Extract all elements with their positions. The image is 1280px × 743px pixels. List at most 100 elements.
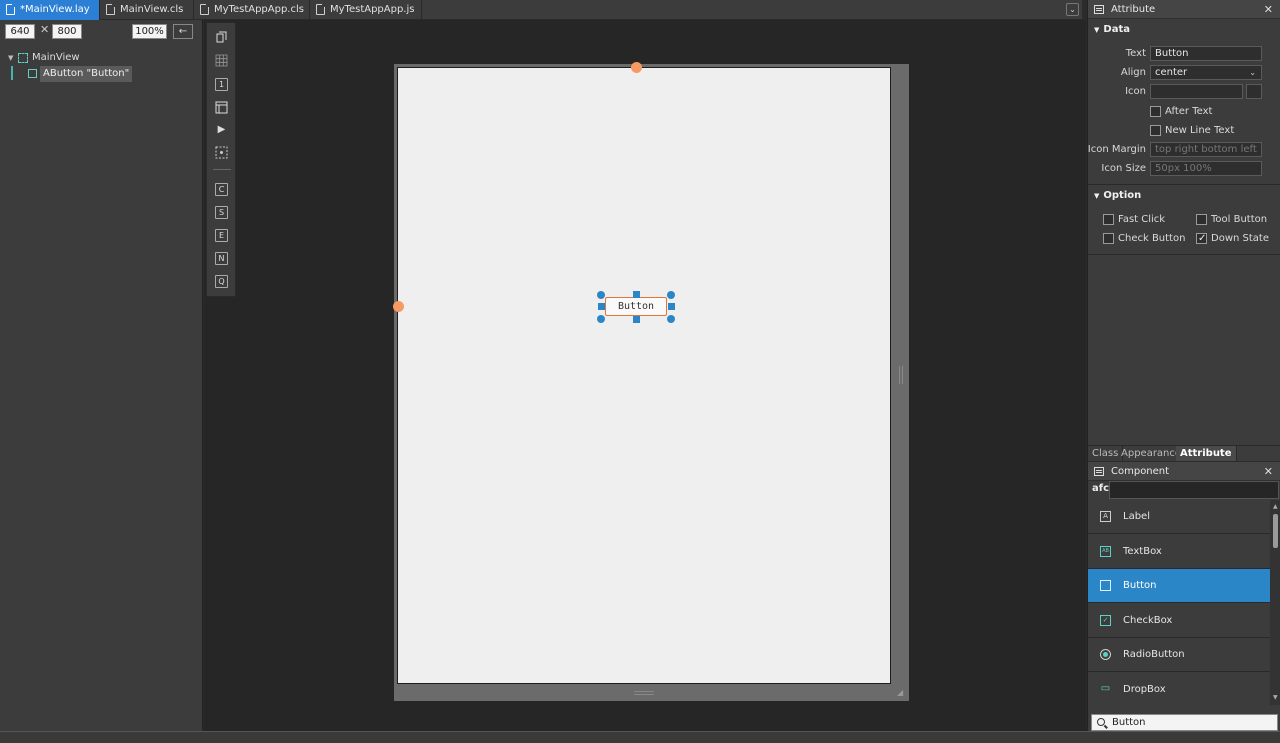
component-item-text: DropBox bbox=[1123, 684, 1166, 695]
component-panel: Component ✕ afc A Label AB TextBox Butto… bbox=[1087, 462, 1280, 743]
ide-window: *MainView.lay MainView.cls MyTestAppApp.… bbox=[0, 0, 1280, 743]
component-item-textbox[interactable]: AB TextBox bbox=[1088, 535, 1270, 569]
tab-label: MyTestAppApp.cls bbox=[214, 4, 304, 15]
outline-panel: 640 ✕ 800 100% ← ▼ MainView AButton "But… bbox=[0, 20, 203, 731]
scrollbar-thumb[interactable] bbox=[1273, 514, 1278, 548]
toolbar-divider bbox=[213, 169, 231, 170]
component-item-text: CheckBox bbox=[1123, 615, 1173, 626]
resize-corner-icon[interactable]: ◢ bbox=[897, 689, 905, 697]
toolbar-c-button[interactable]: C bbox=[215, 183, 228, 196]
text-field[interactable]: Button bbox=[1150, 46, 1262, 61]
option-section-header[interactable]: ▼ Option bbox=[1094, 190, 1141, 201]
page-width-input[interactable]: 640 bbox=[5, 24, 35, 39]
resize-handle-top-right[interactable] bbox=[667, 291, 675, 299]
page-height-input[interactable]: 800 bbox=[52, 24, 82, 39]
component-filter-input[interactable] bbox=[1109, 481, 1279, 499]
after-text-checkbox[interactable]: After Text bbox=[1150, 105, 1212, 119]
panel-title: Attribute bbox=[1111, 4, 1156, 15]
icon-size-field[interactable]: 50px 100% bbox=[1150, 161, 1262, 176]
collapse-triangle-icon: ▼ bbox=[1094, 192, 1100, 200]
tab-mainview-cls[interactable]: MainView.cls bbox=[100, 0, 194, 20]
file-icon bbox=[316, 4, 325, 15]
component-item-button[interactable]: Button bbox=[1088, 569, 1270, 603]
checkbox-box bbox=[1150, 106, 1161, 117]
component-item-label[interactable]: A Label bbox=[1088, 500, 1270, 534]
scroll-down-icon[interactable]: ▼ bbox=[1273, 694, 1278, 701]
table-icon[interactable] bbox=[215, 101, 228, 114]
library-label[interactable]: afc bbox=[1092, 483, 1109, 494]
tree-node-label: MainView bbox=[32, 52, 80, 63]
resize-handle-bottom-left[interactable] bbox=[597, 315, 605, 323]
toolbar-s-button[interactable]: S bbox=[215, 206, 228, 219]
resize-handle-bottom[interactable] bbox=[633, 316, 640, 323]
file-icon bbox=[200, 4, 209, 15]
fast-click-checkbox[interactable]: Fast Click bbox=[1103, 213, 1165, 227]
tool-button-checkbox[interactable]: Tool Button bbox=[1196, 213, 1267, 227]
chevron-down-icon: ⌄ bbox=[1249, 68, 1256, 77]
focus-frame-icon[interactable] bbox=[215, 146, 228, 159]
resize-handle-bottom-right[interactable] bbox=[667, 315, 675, 323]
tree-node-label: AButton "Button" bbox=[40, 66, 133, 82]
checkbox-box bbox=[1150, 125, 1161, 136]
button-icon bbox=[1100, 580, 1111, 591]
tab-mytestappapp-cls[interactable]: MyTestAppApp.cls bbox=[194, 0, 310, 20]
panel-icon bbox=[1094, 467, 1104, 476]
file-icon bbox=[106, 4, 115, 15]
component-list-scrollbar[interactable]: ▲ ▼ bbox=[1270, 500, 1280, 705]
scroll-up-icon[interactable]: ▲ bbox=[1273, 503, 1278, 510]
back-arrow-button[interactable]: ← bbox=[173, 24, 193, 39]
checkbox-label: New Line Text bbox=[1165, 125, 1235, 136]
icon-margin-field[interactable]: top right bottom left bbox=[1150, 142, 1262, 157]
tab-label: MyTestAppApp.js bbox=[330, 4, 415, 15]
component-item-dropbox[interactable]: ▭ DropBox bbox=[1088, 673, 1270, 705]
label-icon: A bbox=[1100, 511, 1111, 522]
tab-attribute[interactable]: Attribute bbox=[1176, 446, 1237, 461]
grid-icon[interactable] bbox=[215, 54, 228, 67]
resize-grip-right[interactable] bbox=[899, 366, 903, 384]
selected-button-component[interactable]: Button bbox=[605, 297, 667, 316]
text-label: Text bbox=[1125, 48, 1146, 59]
layers-icon[interactable] bbox=[215, 31, 228, 44]
tree-node-mainview[interactable]: ▼ MainView bbox=[8, 51, 80, 65]
down-state-checkbox[interactable]: Down State bbox=[1196, 232, 1269, 246]
close-icon[interactable]: ✕ bbox=[1264, 0, 1273, 19]
resize-handle-left[interactable] bbox=[598, 303, 605, 310]
status-bar bbox=[0, 731, 1280, 743]
component-list: A Label AB TextBox Button ✓ CheckBox Rad… bbox=[1088, 500, 1270, 705]
zoom-input[interactable]: 100% bbox=[132, 24, 167, 39]
icon-field[interactable] bbox=[1150, 84, 1243, 99]
resize-handle-top-left[interactable] bbox=[597, 291, 605, 299]
search-icon bbox=[1097, 718, 1105, 726]
toolbar-q-button[interactable]: Q bbox=[215, 275, 228, 288]
toolbar-e-button[interactable]: E bbox=[215, 229, 228, 242]
canvas-toolbar: 1 ▶ C S E N Q bbox=[206, 22, 236, 297]
play-icon[interactable]: ▶ bbox=[215, 123, 228, 136]
checkbox-label: Down State bbox=[1211, 233, 1269, 244]
number-one-icon[interactable]: 1 bbox=[215, 78, 228, 91]
top-anchor-handle[interactable] bbox=[631, 62, 642, 73]
checkbox-label: Fast Click bbox=[1118, 214, 1166, 225]
icon-picker-button[interactable] bbox=[1246, 84, 1262, 99]
align-select[interactable]: center ⌄ bbox=[1150, 65, 1262, 80]
tree-node-abutton[interactable]: AButton "Button" bbox=[28, 66, 133, 82]
component-search-input[interactable]: Button bbox=[1091, 714, 1278, 731]
data-section-header[interactable]: ▼ Data bbox=[1094, 24, 1130, 35]
checkbox-box bbox=[1103, 233, 1114, 244]
toolbar-n-button[interactable]: N bbox=[215, 252, 228, 265]
check-button-checkbox[interactable]: Check Button bbox=[1103, 232, 1185, 246]
component-item-checkbox[interactable]: ✓ CheckBox bbox=[1088, 604, 1270, 638]
new-line-text-checkbox[interactable]: New Line Text bbox=[1150, 124, 1234, 138]
resize-handle-top[interactable] bbox=[633, 291, 640, 298]
expand-triangle-icon[interactable]: ▼ bbox=[8, 51, 13, 65]
resize-grip-bottom[interactable] bbox=[634, 691, 654, 695]
close-icon[interactable]: ✕ bbox=[1264, 462, 1273, 481]
component-item-radiobutton[interactable]: RadioButton bbox=[1088, 638, 1270, 672]
tab-mytestappapp-js[interactable]: MyTestAppApp.js bbox=[310, 0, 422, 20]
resize-handle-right[interactable] bbox=[668, 303, 675, 310]
section-title: Option bbox=[1103, 190, 1142, 201]
tab-list-dropdown-button[interactable]: ⌄ bbox=[1066, 3, 1079, 16]
panel-title: Component bbox=[1111, 466, 1170, 477]
tab-mainview-lay[interactable]: *MainView.lay bbox=[0, 0, 100, 20]
left-anchor-handle[interactable] bbox=[393, 301, 404, 312]
design-page[interactable] bbox=[397, 67, 891, 684]
